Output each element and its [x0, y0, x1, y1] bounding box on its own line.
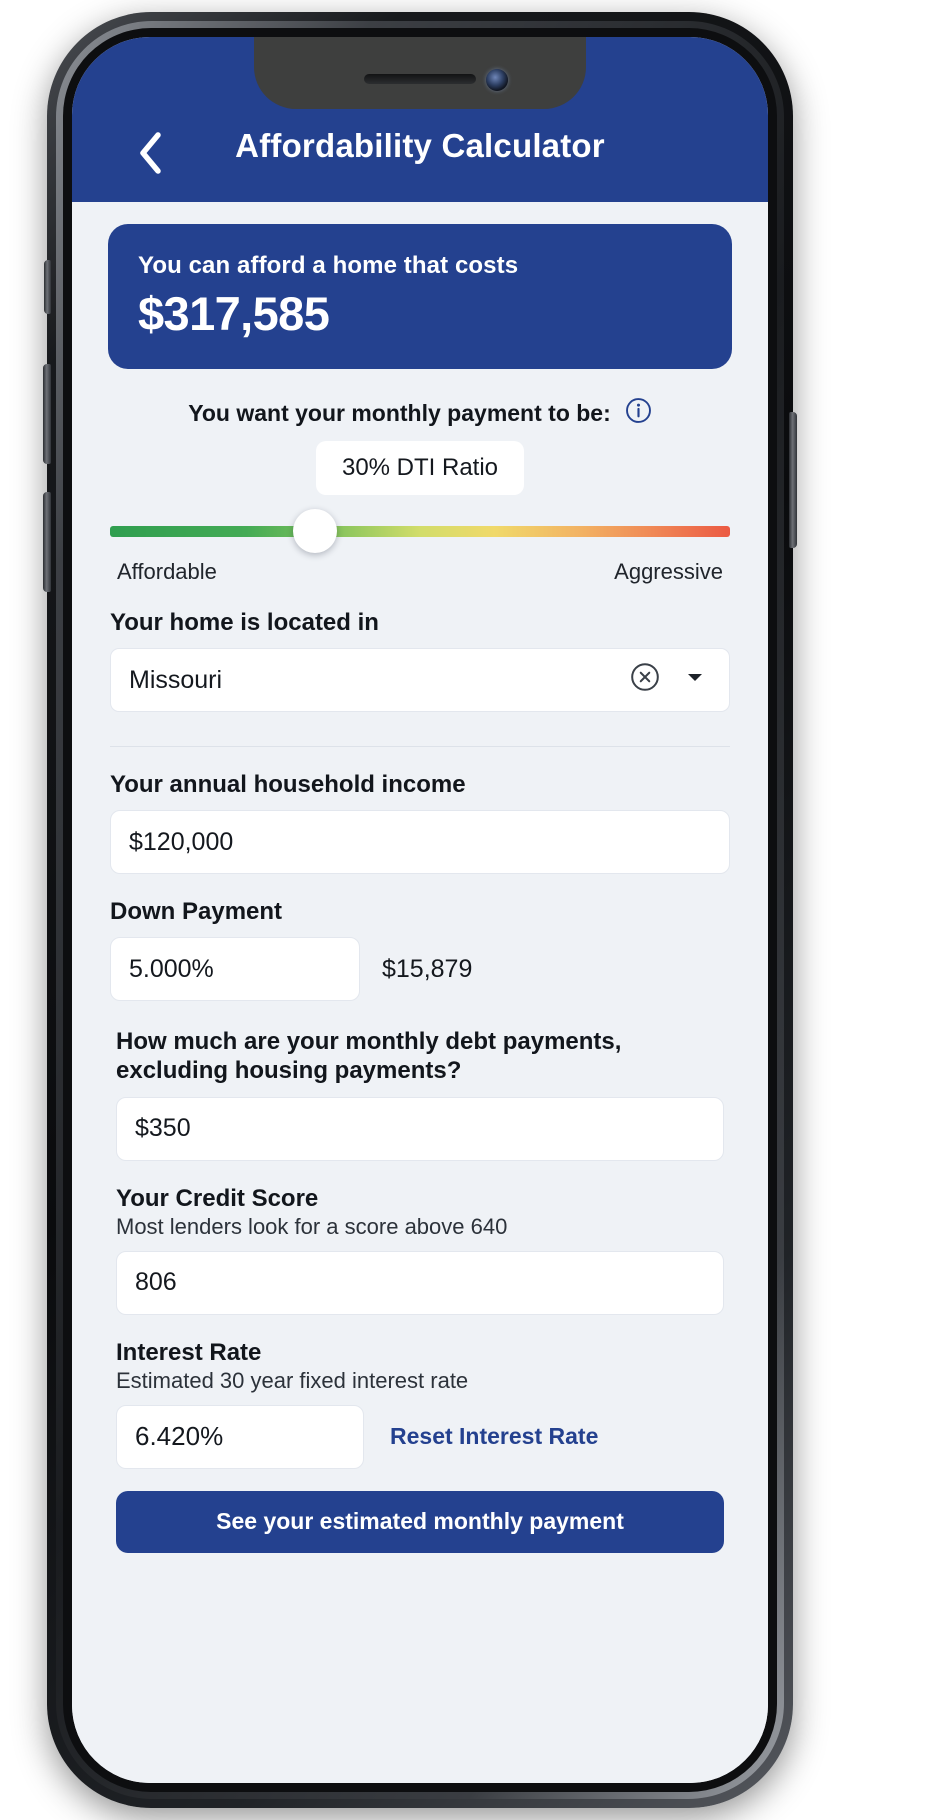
dti-slider-track[interactable] [110, 526, 730, 537]
monthly-debt-section: How much are your monthly debt payments,… [72, 1027, 768, 1161]
dti-slider-thumb[interactable] [292, 509, 337, 553]
volume-down-button[interactable] [43, 492, 51, 592]
affordability-result-card: You can afford a home that costs $317,58… [108, 224, 732, 369]
monthly-debt-input[interactable]: $350 [116, 1096, 724, 1161]
down-payment-row: 5.000% $15,879 [110, 937, 730, 1001]
dti-ratio-badge: 30% DTI Ratio [315, 441, 525, 495]
down-payment-amount: $15,879 [382, 954, 473, 983]
interest-rate-label: Interest Rate [116, 1338, 262, 1366]
income-input[interactable]: $120,000 [110, 810, 730, 874]
dti-question-row: You want your monthly payment to be: [72, 397, 768, 429]
phone-notch [254, 37, 586, 109]
front-camera-icon [486, 69, 508, 91]
income-label: Your annual household income [110, 771, 466, 798]
location-section: Your home is located in Missouri [72, 609, 768, 712]
credit-score-label: Your Credit Score [116, 1184, 319, 1212]
dti-slider[interactable] [110, 509, 730, 553]
earpiece-speaker [364, 74, 476, 84]
credit-score-hint: Most lenders look for a score above 640 [116, 1213, 508, 1239]
state-select-icons [629, 661, 711, 700]
credit-score-input[interactable]: 806 [116, 1250, 724, 1315]
phone-device-frame: Affordability Calculator You can afford … [43, 12, 797, 1808]
page-title: Affordability Calculator [235, 127, 605, 164]
interest-rate-input[interactable]: 6.420% [116, 1404, 364, 1469]
down-payment-percent-input[interactable]: 5.000% [110, 937, 360, 1001]
credit-score-section: Your Credit Score Most lenders look for … [72, 1185, 768, 1315]
silent-switch-button[interactable] [44, 260, 51, 314]
power-button[interactable] [789, 412, 797, 548]
dti-badge-row: 30% DTI Ratio [72, 441, 768, 495]
phone-screen: Affordability Calculator You can afford … [72, 37, 768, 1783]
interest-rate-row: 6.420% Reset Interest Rate [116, 1404, 724, 1469]
dti-question-label: You want your monthly payment to be: [188, 399, 611, 426]
dti-slider-labels: Affordable Aggressive [117, 559, 723, 585]
monthly-debt-question-line1: How much are your monthly debt payments, [116, 1028, 622, 1055]
credit-score-value: 806 [135, 1268, 177, 1297]
monthly-debt-question-line2: excluding housing payments? [116, 1057, 462, 1085]
down-payment-section: Down Payment 5.000% $15,879 [72, 898, 768, 1001]
slider-label-affordable: Affordable [117, 559, 217, 584]
bottom-spacer [72, 1553, 768, 1593]
interest-rate-section: Interest Rate Estimated 30 year fixed in… [72, 1339, 768, 1469]
screenshot-stage: Affordability Calculator You can afford … [0, 0, 932, 1820]
location-label: Your home is located in [110, 609, 379, 636]
affordability-label: You can afford a home that costs [138, 252, 519, 279]
interest-rate-hint: Estimated 30 year fixed interest rate [116, 1367, 469, 1393]
section-divider [110, 746, 730, 747]
info-circle-icon[interactable] [625, 397, 652, 429]
state-select-value: Missouri [129, 665, 223, 694]
calculator-form: You can afford a home that costs $317,58… [72, 202, 768, 1783]
income-value: $120,000 [129, 827, 234, 856]
slider-label-aggressive: Aggressive [614, 559, 723, 584]
monthly-debt-value: $350 [135, 1114, 191, 1143]
cta-wrapper: See your estimated monthly payment [116, 1490, 724, 1553]
down-payment-percent-value: 5.000% [129, 954, 214, 983]
chevron-down-icon[interactable] [683, 665, 707, 696]
monthly-debt-question: How much are your monthly debt payments,… [116, 1027, 724, 1086]
income-section: Your annual household income $120,000 [72, 771, 768, 874]
state-select[interactable]: Missouri [110, 648, 730, 712]
volume-up-button[interactable] [43, 364, 51, 464]
clear-circle-icon[interactable] [629, 661, 661, 700]
reset-interest-rate-link[interactable]: Reset Interest Rate [390, 1423, 598, 1450]
down-payment-label: Down Payment [110, 898, 283, 925]
see-estimated-monthly-payment-button[interactable]: See your estimated monthly payment [116, 1490, 724, 1553]
affordability-amount: $317,585 [138, 287, 330, 340]
interest-rate-value: 6.420% [135, 1421, 224, 1452]
